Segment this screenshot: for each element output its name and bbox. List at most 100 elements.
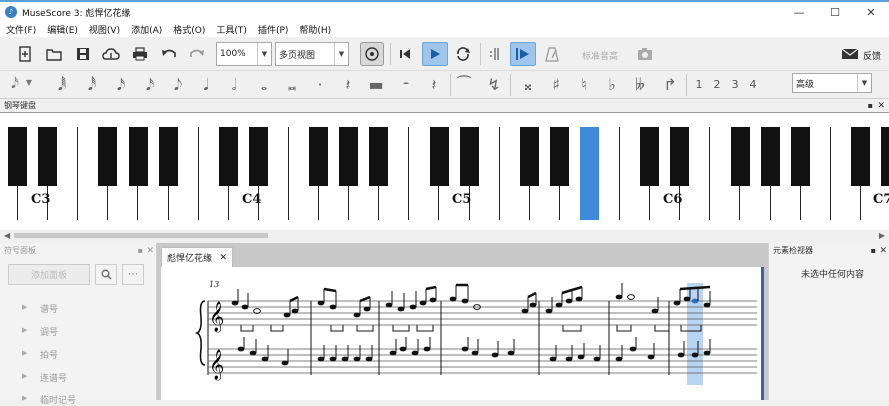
piano-black-key[interactable] (98, 127, 118, 186)
piano-black-key[interactable] (309, 127, 329, 186)
cloud-upload-icon[interactable] (100, 43, 122, 65)
voice-2-button[interactable]: 2 (708, 78, 726, 91)
more-options-icon[interactable]: ⋯ (122, 264, 144, 285)
half-note-icon[interactable]: 𝅗𝅥 (224, 75, 244, 95)
loop-in-icon[interactable] (483, 43, 505, 65)
palette-item-brackets[interactable]: 连谱号 (40, 371, 67, 384)
piano-black-key[interactable] (881, 127, 889, 186)
save-icon[interactable] (72, 43, 94, 65)
piano-black-key[interactable] (519, 127, 539, 186)
sharp-icon[interactable]: ♯ (546, 75, 566, 94)
menu-add[interactable]: 添加(A) (131, 23, 162, 36)
menu-edit[interactable]: 编辑(E) (47, 23, 78, 36)
piano-black-key[interactable] (730, 127, 750, 186)
piano-black-key[interactable] (248, 127, 268, 186)
piano-black-key[interactable] (670, 127, 690, 186)
open-folder-icon[interactable] (43, 43, 65, 65)
undo-icon[interactable] (158, 43, 180, 65)
score-page[interactable]: 13 𝄞 𝄞 (161, 267, 764, 400)
float-icon[interactable]: ▪ (871, 246, 876, 255)
double-whole-note-icon[interactable]: 𝅜 (282, 75, 302, 95)
32nd-note-icon[interactable]: 𝅘𝅥𝅰 (82, 75, 102, 95)
whole-note-icon[interactable]: 𝅝 (254, 75, 274, 95)
flip-direction-icon[interactable]: ↱ (660, 75, 680, 94)
flip-icon[interactable]: ↯ (484, 75, 504, 94)
float-icon[interactable]: ▪ (868, 101, 873, 110)
piano-active-key[interactable] (580, 127, 599, 220)
new-file-icon[interactable] (14, 43, 36, 65)
rewind-icon[interactable] (394, 43, 416, 65)
play-icon[interactable] (422, 42, 448, 66)
note-input-mode-icon[interactable] (360, 42, 384, 66)
voice-4-button[interactable]: 4 (744, 78, 762, 91)
concert-pitch-button[interactable]: 标准音高 (582, 49, 618, 62)
menu-help[interactable]: 帮助(H) (299, 23, 331, 36)
piano-black-key[interactable] (790, 127, 810, 186)
double-flat-icon[interactable]: 𝄫 (630, 75, 650, 95)
piano-black-key[interactable] (429, 127, 449, 186)
flat-icon[interactable]: ♭ (602, 75, 622, 94)
piano-black-key[interactable] (8, 127, 28, 186)
metronome-icon[interactable] (541, 43, 563, 65)
redo-icon[interactable] (186, 43, 208, 65)
workspace-select[interactable]: 高级 ▼ (792, 73, 872, 93)
print-icon[interactable] (129, 43, 151, 65)
quarter-note-icon[interactable]: 𝅘𝅥 (196, 75, 216, 95)
add-palette-button[interactable]: 添加面板 (8, 264, 90, 285)
score-tab[interactable]: 彪悍亿花缘 ✕ (161, 247, 233, 267)
scrollbar-thumb[interactable] (14, 233, 268, 238)
piano-black-key[interactable] (850, 127, 870, 186)
play-panel-icon[interactable] (510, 42, 536, 66)
whole-rest-icon[interactable]: ▬ (366, 75, 386, 94)
piano-black-key[interactable] (218, 127, 238, 186)
scroll-right-icon[interactable]: ▶ (879, 231, 885, 240)
feedback-button[interactable]: 反馈 (863, 49, 881, 62)
menu-format[interactable]: 格式(O) (173, 23, 205, 36)
mail-icon[interactable] (839, 43, 861, 65)
piano-black-key[interactable] (760, 127, 780, 186)
natural-icon[interactable]: ♮ (574, 75, 594, 94)
minimize-button[interactable]: — (781, 2, 817, 22)
16th-note-alt-icon[interactable]: 𝅘𝅥𝅯 (140, 75, 160, 95)
palette-item-time-signatures[interactable]: 拍号 (40, 348, 58, 361)
image-capture-icon[interactable] (634, 43, 656, 65)
menu-view[interactable]: 视图(V) (89, 23, 120, 36)
piano-black-key[interactable] (339, 127, 359, 186)
menu-file[interactable]: 文件(F) (6, 23, 36, 36)
piano-black-key[interactable] (158, 127, 178, 186)
scroll-left-icon[interactable]: ◀ (4, 231, 10, 240)
piano-black-key[interactable] (459, 127, 479, 186)
zoom-select[interactable]: 100% ▼ (216, 42, 272, 66)
chevron-down-icon[interactable]: ▼ (20, 78, 38, 87)
piano-scrollbar[interactable]: ◀ ▶ (0, 230, 889, 241)
64th-note-icon[interactable]: 𝅘𝅥𝅱 (52, 75, 72, 95)
palette-item-clefs[interactable]: 谱号 (40, 302, 58, 315)
maximize-button[interactable]: ☐ (817, 2, 853, 22)
piano-black-key[interactable] (369, 127, 389, 186)
palette-item-key-signatures[interactable]: 调号 (40, 325, 58, 338)
quarter-rest-icon[interactable]: 𝄽 (424, 75, 444, 95)
piano-black-key[interactable] (549, 127, 569, 186)
16th-note-icon[interactable]: 𝅘𝅥𝅯 (111, 75, 131, 95)
close-icon[interactable]: ✕ (879, 246, 887, 256)
menu-plugins[interactable]: 插件(P) (258, 23, 288, 36)
half-rest-icon[interactable]: 𝄼 (396, 75, 416, 95)
piano-black-key[interactable] (38, 127, 58, 186)
eighth-note-icon[interactable]: 𝅘𝅥𝅮 (168, 75, 188, 95)
close-icon[interactable]: ✕ (219, 253, 227, 263)
piano-black-key[interactable] (128, 127, 148, 186)
double-sharp-icon[interactable]: 𝄪 (518, 75, 538, 95)
view-mode-select[interactable]: 多页视图 ▼ (275, 42, 349, 66)
close-icon[interactable]: ✕ (146, 246, 154, 256)
menu-tools[interactable]: 工具(T) (216, 23, 247, 36)
float-icon[interactable]: ▪ (138, 246, 143, 255)
voice-1-button[interactable]: 1 (690, 78, 708, 91)
dot-icon[interactable]: · (310, 75, 330, 94)
tie-icon[interactable]: ⁀ (454, 75, 474, 94)
close-button[interactable]: ✕ (853, 2, 889, 22)
rest-icon[interactable]: 𝄽 (338, 75, 358, 95)
search-icon[interactable] (95, 264, 117, 285)
loop-icon[interactable] (452, 43, 474, 65)
voice-3-button[interactable]: 3 (726, 78, 744, 91)
close-icon[interactable]: ✕ (877, 101, 885, 111)
